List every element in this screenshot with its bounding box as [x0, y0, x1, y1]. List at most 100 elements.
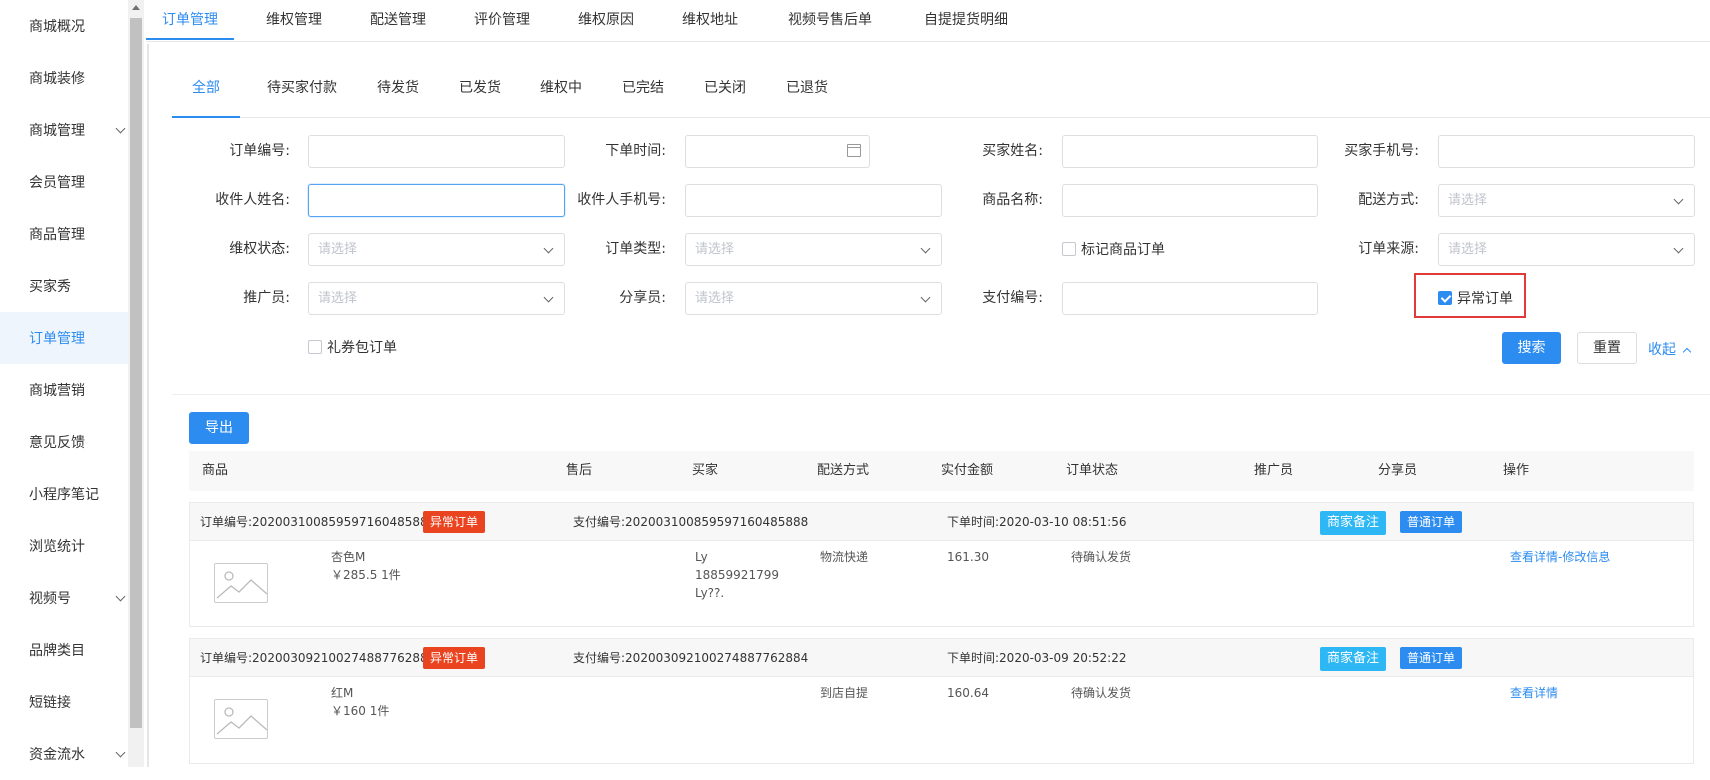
view-detail-link[interactable]: 查看详情	[1510, 684, 1558, 702]
sidebar-item-cash-flow[interactable]: 资金流水	[0, 728, 128, 780]
subtab-awaiting-payment[interactable]: 待买家付款	[254, 70, 350, 118]
order-source-select[interactable]: 请选择	[1438, 233, 1695, 266]
sidebar-item-label: 买家秀	[29, 279, 71, 295]
subtab-closed[interactable]: 已关闭	[691, 70, 759, 118]
sidebar-item-overview[interactable]: 商城概况	[0, 0, 128, 52]
chevron-down-icon	[920, 243, 931, 254]
subtab-rights-in-progress[interactable]: 维权中	[527, 70, 595, 118]
collapse-toggle[interactable]: 收起	[1648, 339, 1692, 359]
order-source-label: 订单来源:	[1358, 241, 1419, 257]
sidebar-item-notes[interactable]: 小程序笔记	[0, 468, 128, 520]
gift-order-checkbox[interactable]: 礼券包订单	[308, 337, 397, 357]
order-kind-tag: 普通订单	[1400, 511, 1463, 533]
buyer-name-label: 买家姓名:	[982, 143, 1043, 159]
content-border	[147, 44, 149, 767]
buyer-phone-input[interactable]	[1438, 135, 1695, 168]
buyer-phone: 18859921799	[695, 568, 779, 582]
col-header-after-sales: 售后	[566, 463, 593, 478]
abnormal-order-tag: 异常订单	[423, 647, 486, 669]
delivery-method-select[interactable]: 请选择	[1438, 184, 1695, 217]
subtab-returned[interactable]: 已退货	[773, 70, 841, 118]
order-time-picker[interactable]	[685, 135, 870, 168]
col-header-status: 订单状态	[1066, 463, 1119, 478]
select-placeholder: 请选择	[695, 242, 735, 257]
merchant-note-button[interactable]: 商家备注	[1320, 511, 1387, 535]
tab-channel-after-sales[interactable]: 视频号售后单	[770, 0, 890, 40]
order-card: 订单编号:20200309210027488776288​4 异常订单 支付编号…	[189, 638, 1694, 764]
col-header-promoter: 推广员	[1254, 463, 1294, 478]
subtab-shipped[interactable]: 已发货	[446, 70, 514, 118]
search-button[interactable]: 搜索	[1502, 332, 1561, 364]
sidebar-item-label: 浏览统计	[29, 539, 85, 555]
sidebar-item-label: 小程序笔记	[29, 487, 99, 503]
subtab-completed[interactable]: 已完结	[609, 70, 677, 118]
pay-no-label: 支付编号:	[982, 290, 1043, 306]
order-card: 订单编号:20200310085959716048588​8 异常订单 支付编号…	[189, 502, 1694, 627]
buyer-nickname: Ly??.	[695, 586, 725, 600]
tab-delivery-management[interactable]: 配送管理	[354, 0, 442, 40]
tab-rights-address[interactable]: 维权地址	[666, 0, 754, 40]
sidebar-item-orders[interactable]: 订单管理	[0, 312, 128, 364]
sidebar-item-mall-management[interactable]: 商城管理	[0, 104, 128, 156]
image-placeholder-icon	[216, 707, 267, 735]
sidebar-item-short-links[interactable]: 短链接	[0, 676, 128, 728]
merchant-note-button[interactable]: 商家备注	[1320, 647, 1387, 671]
pay-no-input[interactable]	[1062, 282, 1318, 315]
mark-order-checkbox[interactable]: 标记商品订单	[1062, 239, 1165, 259]
select-placeholder: 请选择	[318, 242, 358, 257]
abnormal-order-checkbox[interactable]: 异常订单	[1438, 288, 1513, 308]
buyer-name: Ly	[695, 550, 708, 564]
checkbox-box[interactable]	[308, 340, 322, 354]
calendar-icon	[847, 144, 861, 157]
tab-pickup-details[interactable]: 自提提货明细	[906, 0, 1026, 40]
delivery-method: 到店自提	[820, 686, 869, 700]
export-button[interactable]: 导出	[189, 412, 249, 444]
checkbox-label: 礼券包订单	[327, 340, 397, 356]
product-price-qty: ￥285.5 1件	[331, 568, 401, 582]
sidebar-item-channels[interactable]: 视频号	[0, 572, 128, 624]
sharer-label: 分享员:	[619, 290, 666, 306]
tab-order-management[interactable]: 订单管理	[146, 0, 234, 40]
sidebar-item-label: 品牌类目	[29, 643, 85, 659]
checkbox-box-checked[interactable]	[1438, 291, 1452, 305]
buyer-phone-label: 买家手机号:	[1344, 143, 1419, 159]
section-divider	[172, 394, 1710, 395]
order-number: 订单编号:20200309210027488776288​4	[200, 651, 436, 665]
sidebar-item-members[interactable]: 会员管理	[0, 156, 128, 208]
select-placeholder: 请选择	[695, 291, 735, 306]
product-price-qty: ￥160 1件	[331, 704, 390, 718]
tab-review-management[interactable]: 评价管理	[458, 0, 546, 40]
sidebar-item-brands[interactable]: 品牌类目	[0, 624, 128, 676]
order-status: 待确认发货	[1071, 686, 1132, 700]
sidebar-item-decoration[interactable]: 商城装修	[0, 52, 128, 104]
sidebar-scrollbar[interactable]	[128, 0, 144, 767]
chevron-up-icon	[1682, 347, 1692, 357]
col-header-amount: 实付金额	[941, 463, 994, 478]
scroll-up-arrow-icon[interactable]	[132, 5, 140, 10]
tab-rights-management[interactable]: 维权管理	[250, 0, 338, 40]
select-placeholder: 请选择	[1448, 193, 1488, 208]
sidebar-item-stats[interactable]: 浏览统计	[0, 520, 128, 572]
subtab-awaiting-shipment[interactable]: 待发货	[364, 70, 432, 118]
sidebar-item-marketing[interactable]: 商城营销	[0, 364, 128, 416]
payment-number: 支付编号:20200309210027488776288​4	[573, 651, 809, 665]
subtab-all[interactable]: 全部	[172, 70, 240, 118]
sidebar-item-buyer-show[interactable]: 买家秀	[0, 260, 128, 312]
product-thumbnail	[214, 699, 268, 739]
order-status-tabs: 全部 待买家付款 待发货 已发货 维权中 已完结 已关闭 已退货	[172, 70, 1710, 118]
reset-button[interactable]: 重置	[1577, 332, 1637, 364]
view-detail-edit-link[interactable]: 查看详情-修改信息	[1510, 548, 1610, 566]
tab-rights-reasons[interactable]: 维权原因	[562, 0, 650, 40]
product-spec: 红M	[331, 686, 354, 700]
scrollbar-thumb[interactable]	[130, 18, 142, 728]
col-header-sharer: 分享员	[1378, 463, 1418, 478]
sidebar-item-products[interactable]: 商品管理	[0, 208, 128, 260]
order-card-header: 订单编号:20200310085959716048588​8 异常订单 支付编号…	[190, 503, 1693, 541]
order-type-select[interactable]: 请选择	[685, 233, 942, 266]
sidebar-item-feedback[interactable]: 意见反馈	[0, 416, 128, 468]
select-placeholder: 请选择	[1448, 242, 1488, 257]
checkbox-box[interactable]	[1062, 242, 1076, 256]
order-time-label: 下单时间:	[605, 143, 666, 159]
sidebar: 商城概况 商城装修 商城管理 会员管理 商品管理 买家秀 订单管理 商城营销 意…	[0, 0, 128, 767]
paid-amount: 161.30	[947, 550, 989, 564]
